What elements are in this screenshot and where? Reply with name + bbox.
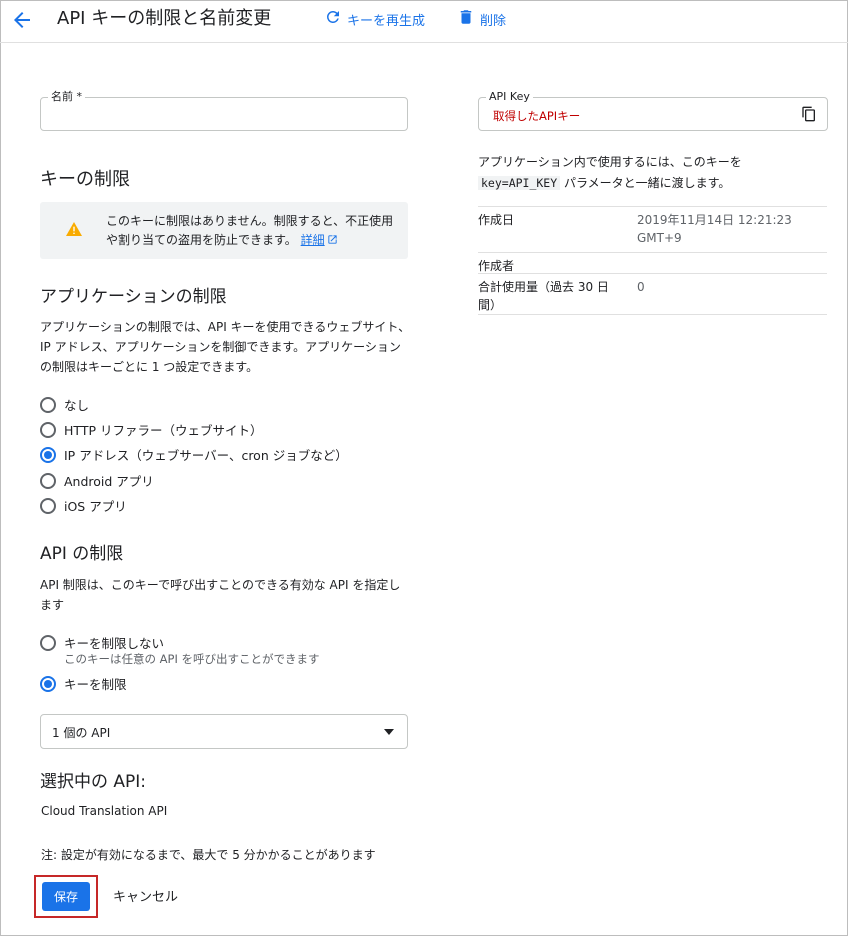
back-arrow-icon[interactable] (10, 8, 34, 32)
radio-unchecked-icon (40, 634, 56, 651)
radio-label: iOS アプリ (64, 499, 127, 514)
api-select-dropdown[interactable]: 1 個の API (40, 714, 408, 749)
name-input[interactable] (49, 104, 399, 124)
radio-api-restrict[interactable]: キーを制限 (40, 674, 127, 693)
regenerate-key-button[interactable]: キーを再生成 (324, 8, 425, 30)
usage-label: 合計使用量（過去 30 日間） (478, 280, 609, 312)
selected-apis-heading: 選択中の API: (40, 772, 147, 792)
api-key-field: API Key 取得したAPIキー (478, 91, 828, 131)
delete-button[interactable]: 削除 (457, 8, 506, 30)
radio-app-ios[interactable]: iOS アプリ (40, 496, 127, 515)
radio-api-unrestricted-sublabel: このキーは任意の API を呼び出すことができます (64, 652, 320, 666)
page-title: API キーの制限と名前変更 (57, 8, 272, 29)
api-key-value: 取得したAPIキー (493, 109, 581, 123)
window-frame (0, 0, 848, 936)
external-link-icon (325, 233, 338, 247)
propagation-note: 注: 設定が有効になるまで、最大で 5 分かかることがあります (41, 848, 376, 862)
meta-row-usage: 合計使用量（過去 30 日間） 0 (478, 273, 827, 315)
usage-value: 0 (637, 280, 645, 294)
radio-label: Android アプリ (64, 474, 154, 489)
api-select-value: 1 個の API (52, 726, 111, 740)
radio-unchecked-icon (40, 421, 56, 438)
api-restrictions-heading: API の制限 (40, 544, 124, 564)
usage-text-after: パラメータと一緒に渡します。 (560, 176, 731, 190)
radio-label: なし (64, 398, 90, 413)
radio-label: IP アドレス（ウェブサーバー、cron ジョブなど） (64, 448, 348, 463)
cancel-button[interactable]: キャンセル (113, 886, 178, 905)
radio-app-none[interactable]: なし (40, 395, 89, 414)
copy-icon[interactable] (801, 106, 817, 126)
api-key-field-label: API Key (486, 91, 533, 103)
name-field[interactable]: 名前 * (40, 91, 408, 131)
created-value: 2019年11月14日 12:21:23 GMT+9 (637, 213, 792, 245)
radio-unchecked-icon (40, 472, 56, 489)
radio-api-unrestricted[interactable]: キーを制限しない (40, 633, 164, 652)
save-button-highlight: 保存 (34, 875, 98, 918)
radio-unchecked-icon (40, 497, 56, 514)
api-restrictions-description: API 制限は、このキーで呼び出すことのできる有効な API を指定します (40, 578, 401, 612)
app-restrictions-heading: アプリケーションの制限 (40, 287, 227, 307)
name-field-label: 名前 * (48, 91, 85, 103)
regenerate-key-label: キーを再生成 (347, 13, 426, 29)
radio-app-android[interactable]: Android アプリ (40, 471, 154, 490)
header-bar: API キーの制限と名前変更 キーを再生成 削除 (0, 0, 848, 43)
radio-app-http-referrer[interactable]: HTTP リファラー（ウェブサイト） (40, 420, 262, 439)
learn-more-label: 詳細 (300, 233, 325, 247)
created-label: 作成日 (478, 213, 515, 227)
radio-label: キーを制限 (64, 677, 127, 692)
radio-app-ip-address[interactable]: IP アドレス（ウェブサーバー、cron ジョブなど） (40, 445, 348, 464)
learn-more-link[interactable]: 詳細 (301, 233, 338, 247)
radio-checked-icon (40, 675, 56, 692)
warning-text: このキーに制限はありません。制限すると、不正使用や割り当ての盗用を防止できます。 (106, 214, 394, 247)
refresh-icon (324, 8, 342, 30)
meta-row-creator: 作成者 (478, 252, 827, 273)
usage-text-before: アプリケーション内で使用するには、このキーを (478, 155, 742, 169)
api-key-usage-text: アプリケーション内で使用するには、このキーを key=API_KEY パラメータ… (478, 152, 828, 194)
unrestricted-warning-banner: このキーに制限はありません。制限すると、不正使用や割り当ての盗用を防止できます。… (40, 202, 408, 259)
key-restrictions-heading: キーの制限 (40, 169, 130, 190)
dropdown-caret-icon (384, 729, 394, 735)
meta-row-created: 作成日 2019年11月14日 12:21:23 GMT+9 (478, 206, 827, 252)
radio-unchecked-icon (40, 396, 56, 413)
radio-label: キーを制限しない (64, 636, 165, 651)
save-button[interactable]: 保存 (42, 882, 90, 911)
app-restrictions-description: アプリケーションの制限では、API キーを使用できるウェブサイト、IP アドレス… (40, 320, 411, 374)
selected-api-item: Cloud Translation API (41, 804, 168, 818)
delete-label: 削除 (480, 13, 507, 29)
warning-message: このキーに制限はありません。制限すると、不正使用や割り当ての盗用を防止できます。… (106, 212, 396, 250)
trash-icon (457, 7, 475, 31)
radio-checked-icon (40, 446, 56, 463)
radio-label: HTTP リファラー（ウェブサイト） (64, 423, 263, 438)
warning-icon (66, 221, 82, 240)
usage-code: key=API_KEY (478, 176, 561, 190)
